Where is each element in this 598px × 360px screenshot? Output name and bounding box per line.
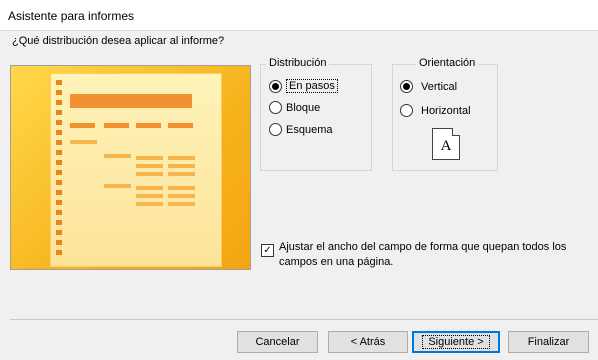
preview-cell <box>104 154 131 158</box>
radio-bloque[interactable]: Bloque <box>269 101 320 114</box>
preview-line <box>136 123 161 128</box>
window-title: Asistente para informes <box>8 9 135 23</box>
title-bar: Asistente para informes <box>0 0 598 30</box>
preview-line <box>104 123 129 128</box>
radio-en-pasos[interactable]: En pasos <box>269 79 338 93</box>
adjust-width-label: Ajustar el ancho del campo de forma que … <box>279 241 567 268</box>
layout-preview-image <box>10 65 251 270</box>
preview-line <box>168 123 193 128</box>
preview-cell <box>136 172 163 176</box>
radio-label: Horizontal <box>421 104 471 117</box>
radio-button[interactable] <box>400 80 413 93</box>
preview-header-bar <box>70 94 192 108</box>
preview-cell <box>168 186 195 190</box>
radio-label: Esquema <box>286 123 333 136</box>
cancel-button[interactable]: Cancelar <box>237 331 318 353</box>
preview-cell <box>136 202 163 206</box>
preview-cell <box>168 202 195 206</box>
radio-label: Vertical <box>421 80 458 93</box>
preview-cell <box>136 186 163 190</box>
preview-cell <box>168 156 195 160</box>
preview-cell <box>136 156 163 160</box>
finish-button[interactable]: Finalizar <box>508 331 589 353</box>
button-separator <box>10 319 598 320</box>
preview-cell <box>136 194 163 198</box>
radio-vertical[interactable]: Vertical <box>400 80 457 93</box>
preview-cell <box>104 184 131 188</box>
question-text: ¿Qué distribución desea aplicar al infor… <box>12 35 225 47</box>
preview-cell <box>168 172 195 176</box>
preview-cell <box>168 164 195 168</box>
radio-label: En pasos <box>286 79 338 93</box>
radio-label: Bloque <box>286 101 321 114</box>
radio-horizontal[interactable]: Horizontal <box>400 104 471 117</box>
radio-button[interactable] <box>269 101 282 114</box>
preview-cell <box>70 140 97 144</box>
radio-button[interactable] <box>269 79 282 93</box>
preview-cell <box>168 194 195 198</box>
portrait-page-icon: A <box>432 128 460 160</box>
adjust-width-checkbox[interactable]: ✓ <box>261 244 274 257</box>
preview-line <box>70 123 95 128</box>
orientation-group-label: Orientación <box>416 57 479 69</box>
next-button[interactable]: Siguiente > <box>412 331 500 353</box>
radio-button[interactable] <box>269 123 282 136</box>
back-button[interactable]: < Atrás <box>328 331 408 353</box>
preview-cell <box>136 164 163 168</box>
next-button-label: Siguiente > <box>422 335 490 349</box>
radio-esquema[interactable]: Esquema <box>269 123 332 136</box>
preview-binding <box>56 80 62 260</box>
radio-button[interactable] <box>400 104 413 117</box>
divider <box>0 30 598 31</box>
distribution-group-label: Distribución <box>266 57 330 69</box>
